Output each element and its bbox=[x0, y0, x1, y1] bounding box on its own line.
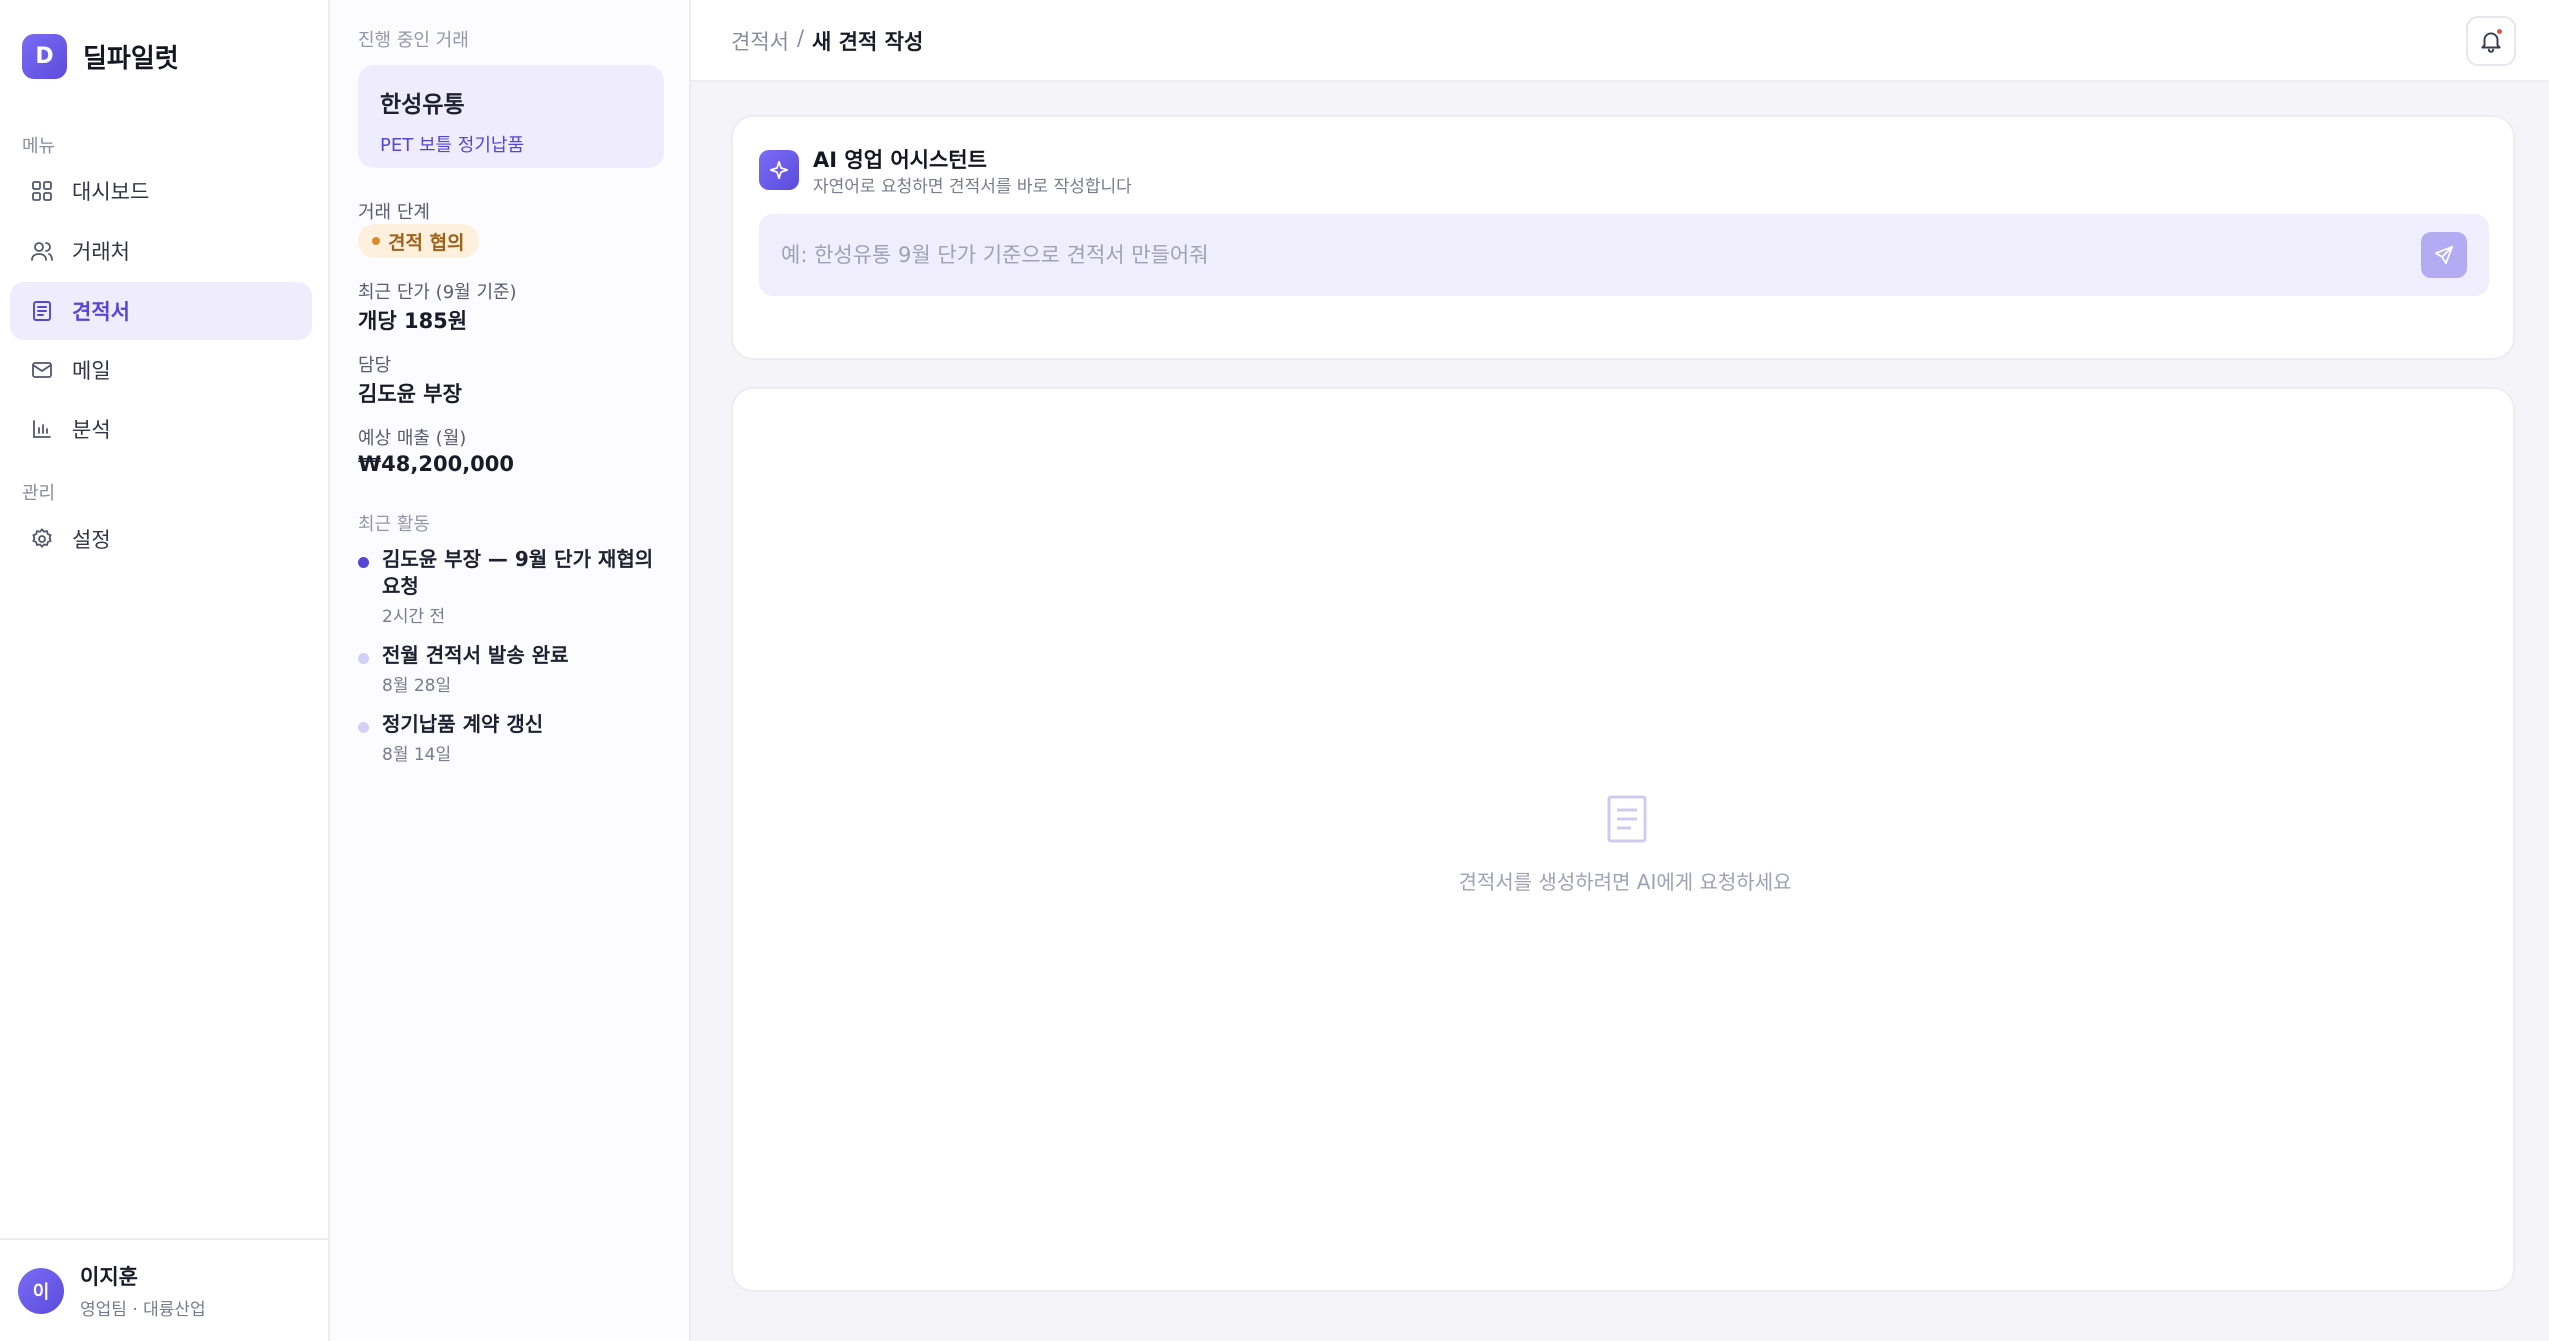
bar-chart-icon bbox=[28, 415, 56, 443]
deal-panel: 진행 중인 거래 한성유통 PET 보틀 정기납품 거래 단계 견적 협의 최근… bbox=[330, 0, 691, 1341]
activity-item[interactable]: 김도윤 부장 — 9월 단가 재협의 요청 2시간 전 bbox=[358, 546, 668, 627]
user-team: 영업팀 · 대륭산업 bbox=[80, 1300, 206, 1320]
prompt-input[interactable] bbox=[759, 214, 2399, 296]
sidebar-item-label: 대시보드 bbox=[72, 180, 150, 204]
activity-dot bbox=[358, 653, 369, 664]
app-root: D 딜파일럿 메뉴 대시보드 거래처 견적서 메일 분석 관리 설정 이 이지훈… bbox=[0, 0, 2549, 1341]
deal-card[interactable]: 한성유통 PET 보틀 정기납품 bbox=[358, 65, 664, 168]
status-badge: 견적 협의 bbox=[358, 224, 479, 258]
deal-product: PET 보틀 정기납품 bbox=[380, 135, 525, 156]
assistant-title: AI 영업 어시스턴트 bbox=[813, 148, 987, 172]
brand-logo: D bbox=[22, 34, 67, 79]
deal-panel-heading: 진행 중인 거래 bbox=[358, 30, 469, 51]
sidebar-item-label: 메일 bbox=[72, 359, 111, 383]
deal-client-name: 한성유통 bbox=[380, 92, 465, 118]
admin-section-label: 관리 bbox=[22, 483, 56, 504]
activity-time: 2시간 전 bbox=[382, 607, 446, 627]
activity-dot bbox=[358, 557, 369, 568]
sidebar-item-label: 거래처 bbox=[72, 240, 130, 264]
activity-title: 정기납품 계약 갱신 bbox=[382, 712, 544, 736]
mail-icon bbox=[28, 356, 56, 384]
breadcrumb-separator: / bbox=[796, 26, 805, 50]
ai-assistant-card: AI 영업 어시스턴트 자연어로 요청하면 견적서를 바로 작성합니다 bbox=[731, 115, 2515, 360]
breadcrumb-parent[interactable]: 견적서 bbox=[731, 26, 789, 56]
activity-dot bbox=[358, 722, 369, 733]
sidebar-item-label: 분석 bbox=[72, 418, 111, 442]
document-placeholder-icon bbox=[1602, 794, 1652, 844]
sidebar: D 딜파일럿 메뉴 대시보드 거래처 견적서 메일 분석 관리 설정 이 이지훈… bbox=[0, 0, 330, 1341]
sidebar-item-quotes[interactable]: 견적서 bbox=[10, 282, 312, 340]
sparkle-icon bbox=[759, 150, 799, 190]
document-icon bbox=[28, 297, 56, 325]
quote-result-card: 견적서를 생성하려면 AI에게 요청하세요 bbox=[731, 387, 2515, 1292]
status-dot bbox=[372, 237, 380, 245]
sidebar-item-label: 설정 bbox=[72, 528, 111, 552]
activity-title: 김도윤 부장 — 9월 단가 재협의 요청 bbox=[382, 547, 654, 598]
expected-revenue-value: ₩48,200,000 bbox=[358, 452, 515, 476]
activity-title: 전월 견적서 발송 완료 bbox=[382, 643, 569, 667]
page-title: 새 견적 작성 bbox=[812, 30, 924, 54]
sidebar-item-settings[interactable]: 설정 bbox=[10, 510, 312, 568]
brand-name: 딜파일럿 bbox=[83, 44, 179, 74]
recent-price-value: 개당 185원 bbox=[358, 309, 468, 333]
avatar: 이 bbox=[18, 1267, 64, 1314]
notification-dot bbox=[2495, 27, 2504, 36]
sidebar-item-mail[interactable]: 메일 bbox=[10, 341, 312, 399]
sidebar-item-clients[interactable]: 거래처 bbox=[10, 222, 312, 280]
activity-item[interactable]: 정기납품 계약 갱신 8월 14일 bbox=[358, 711, 668, 765]
owner-label: 담당 bbox=[358, 355, 392, 376]
topbar: 견적서 / 새 견적 작성 bbox=[691, 0, 2549, 82]
send-button[interactable] bbox=[2421, 232, 2467, 278]
owner-value: 김도윤 부장 bbox=[358, 382, 462, 406]
user-name: 이지훈 bbox=[80, 1265, 138, 1289]
activity-heading: 최근 활동 bbox=[358, 514, 430, 535]
activity-time: 8월 14일 bbox=[382, 745, 452, 765]
user-meta: 이지훈 영업팀 · 대륭산업 bbox=[80, 1261, 206, 1320]
recent-price-label: 최근 단가 (9월 기준) bbox=[358, 282, 517, 303]
grid-icon bbox=[28, 177, 56, 205]
sidebar-item-label: 견적서 bbox=[72, 300, 130, 324]
expected-revenue-label: 예상 매출 (월) bbox=[358, 428, 467, 449]
notifications-button[interactable] bbox=[2466, 16, 2516, 66]
activity-item[interactable]: 전월 견적서 발송 완료 8월 28일 bbox=[358, 642, 668, 696]
main-area: 견적서 / 새 견적 작성 AI 영업 어시스턴트 자연어로 요청하면 견적서를… bbox=[691, 0, 2549, 1341]
users-icon bbox=[28, 237, 56, 265]
sidebar-item-analytics[interactable]: 분석 bbox=[10, 400, 312, 458]
activity-time: 8월 28일 bbox=[382, 676, 452, 696]
empty-state-message: 견적서를 생성하려면 AI에게 요청하세요 bbox=[1458, 870, 1792, 894]
assistant-subtitle: 자연어로 요청하면 견적서를 바로 작성합니다 bbox=[813, 177, 1132, 197]
brand[interactable]: D 딜파일럿 bbox=[22, 34, 179, 79]
gear-icon bbox=[28, 525, 56, 553]
stage-value: 견적 협의 bbox=[388, 231, 465, 254]
sidebar-item-dashboard[interactable]: 대시보드 bbox=[10, 162, 312, 220]
user-profile[interactable]: 이 이지훈 영업팀 · 대륭산업 bbox=[0, 1238, 330, 1341]
breadcrumb: 견적서 / 새 견적 작성 bbox=[731, 26, 923, 56]
stage-label: 거래 단계 bbox=[358, 202, 430, 223]
send-icon bbox=[2433, 244, 2455, 266]
prompt-box bbox=[759, 214, 2489, 296]
menu-section-label: 메뉴 bbox=[22, 136, 56, 157]
